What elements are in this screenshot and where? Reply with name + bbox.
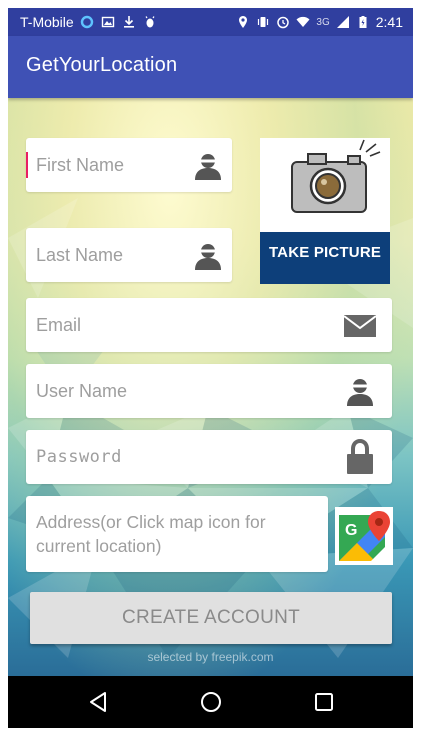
- create-account-button[interactable]: CREATE ACCOUNT: [30, 592, 392, 644]
- last-name-placeholder: Last Name: [36, 245, 124, 265]
- svg-text:G: G: [345, 522, 357, 539]
- address-field[interactable]: Address(or Click map icon for current lo…: [26, 496, 328, 572]
- recents-icon[interactable]: [312, 690, 336, 714]
- person-icon: [195, 244, 221, 270]
- password-placeholder: Password: [36, 447, 122, 467]
- camera-icon: [291, 139, 381, 213]
- alarm-icon: [277, 16, 290, 29]
- username-placeholder: User Name: [36, 381, 128, 401]
- wifi-icon: [296, 16, 310, 27]
- take-picture-button[interactable]: TAKE PICTURE: [260, 138, 390, 284]
- envelope-icon: [344, 315, 376, 337]
- email-field[interactable]: Email: [26, 298, 392, 352]
- app-bar: GetYourLocation: [8, 36, 413, 98]
- vibrate-icon: [258, 17, 269, 27]
- app-title: GetYourLocation: [26, 54, 178, 76]
- google-maps-icon: G: [339, 511, 390, 561]
- form-content: First Name Last Name TAKE PICTURE Email …: [8, 98, 413, 676]
- address-placeholder-line1: Address(or Click map icon for: [36, 512, 266, 532]
- first-name-field[interactable]: First Name: [26, 138, 232, 192]
- freepik-credit: selected by freepik.com: [147, 650, 274, 664]
- carrier-name: T-Mobile: [20, 14, 74, 30]
- lock-icon: [347, 439, 373, 474]
- android-debug-icon: [145, 16, 155, 28]
- system-status: 3G 2:41: [236, 14, 403, 30]
- take-picture-label: TAKE PICTURE: [268, 244, 382, 261]
- person-icon: [347, 379, 373, 406]
- text-cursor: [26, 152, 28, 178]
- clock: 2:41: [375, 14, 403, 30]
- signal-icon: [336, 16, 349, 28]
- last-name-field[interactable]: Last Name: [26, 228, 232, 282]
- person-icon: [195, 154, 221, 180]
- address-placeholder-line2: current location): [36, 536, 162, 556]
- network-type: 3G: [316, 16, 330, 28]
- first-name-placeholder: First Name: [36, 155, 125, 175]
- map-location-button[interactable]: G: [335, 507, 393, 565]
- email-placeholder: Email: [36, 315, 82, 335]
- download-icon: [123, 16, 134, 28]
- password-field[interactable]: Password: [26, 430, 392, 484]
- image-icon: [101, 16, 114, 28]
- home-icon[interactable]: [199, 690, 223, 714]
- sync-icon: [80, 15, 93, 29]
- status-bar: T-Mobile 3G 2:41: [8, 8, 413, 36]
- back-icon[interactable]: [86, 690, 110, 714]
- navigation-bar: [8, 676, 413, 728]
- username-field[interactable]: User Name: [26, 364, 392, 418]
- battery-charging-icon: [359, 16, 367, 28]
- location-icon: [239, 16, 248, 28]
- notification-icons: [80, 15, 157, 29]
- device-screen: T-Mobile 3G 2:41 GetYourLocation First N…: [8, 8, 413, 728]
